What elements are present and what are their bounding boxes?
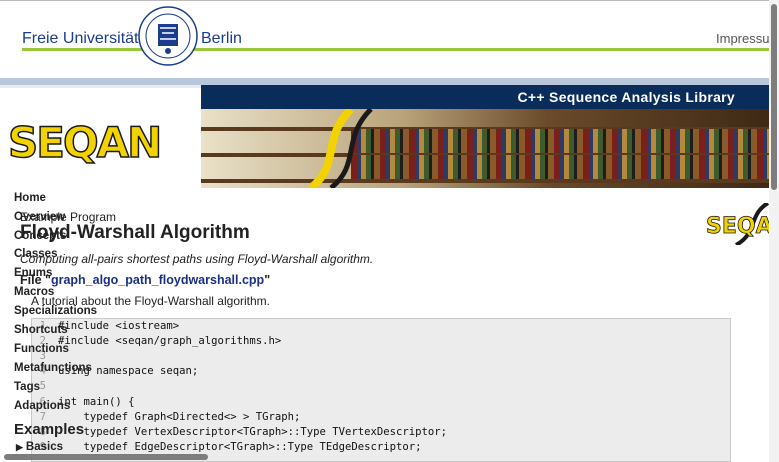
expand-triangle-icon[interactable]: ▶ [16, 442, 23, 452]
sidebar-item-specializations[interactable]: Specializations [14, 305, 97, 317]
horizontal-scrollbar-thumb[interactable] [4, 454, 208, 460]
seqan-banner-image [201, 109, 779, 188]
header-green-line [22, 48, 779, 51]
vertical-scrollbar-thumb[interactable] [771, 4, 777, 190]
sidebar-item-metafunctions[interactable]: Metafunctions [14, 362, 92, 374]
sidebar-examples-heading[interactable]: Examples [14, 421, 84, 438]
seqan-title: C++ Sequence Analysis Library [517, 89, 735, 105]
sidebar-item-classes[interactable]: Classes [14, 248, 57, 260]
sidebar-item-functions[interactable]: Functions [14, 343, 69, 355]
sidebar-item-shortcuts[interactable]: Shortcuts [14, 324, 68, 336]
file-label-close: " [264, 273, 271, 287]
dna-helix-icon [308, 109, 373, 188]
sidebar-item-enums[interactable]: Enums [14, 267, 52, 279]
university-name-right[interactable]: Berlin [201, 30, 242, 48]
sidebar-item-concepts[interactable]: Concepts [14, 230, 66, 242]
sidebar-item-basics[interactable]: ▶ Basics [16, 441, 63, 453]
sidebar-item-tags[interactable]: Tags [14, 381, 40, 393]
sidebar-item-home[interactable]: Home [14, 192, 46, 204]
university-name-left[interactable]: Freie Universität [22, 30, 138, 48]
seqan-title-bar: C++ Sequence Analysis Library [201, 85, 779, 109]
sidebar-item-overview[interactable]: Overview [14, 211, 65, 223]
sidebar-item-basics-label: Basics [25, 441, 64, 453]
university-seal-icon[interactable] [138, 6, 198, 66]
sidebar-item-macros[interactable]: Macros [14, 286, 54, 298]
sidebar-item-adaptions[interactable]: Adaptions [14, 400, 70, 412]
seqan-banner-logo: SEQAN [7, 117, 163, 168]
header-divider [0, 78, 779, 85]
